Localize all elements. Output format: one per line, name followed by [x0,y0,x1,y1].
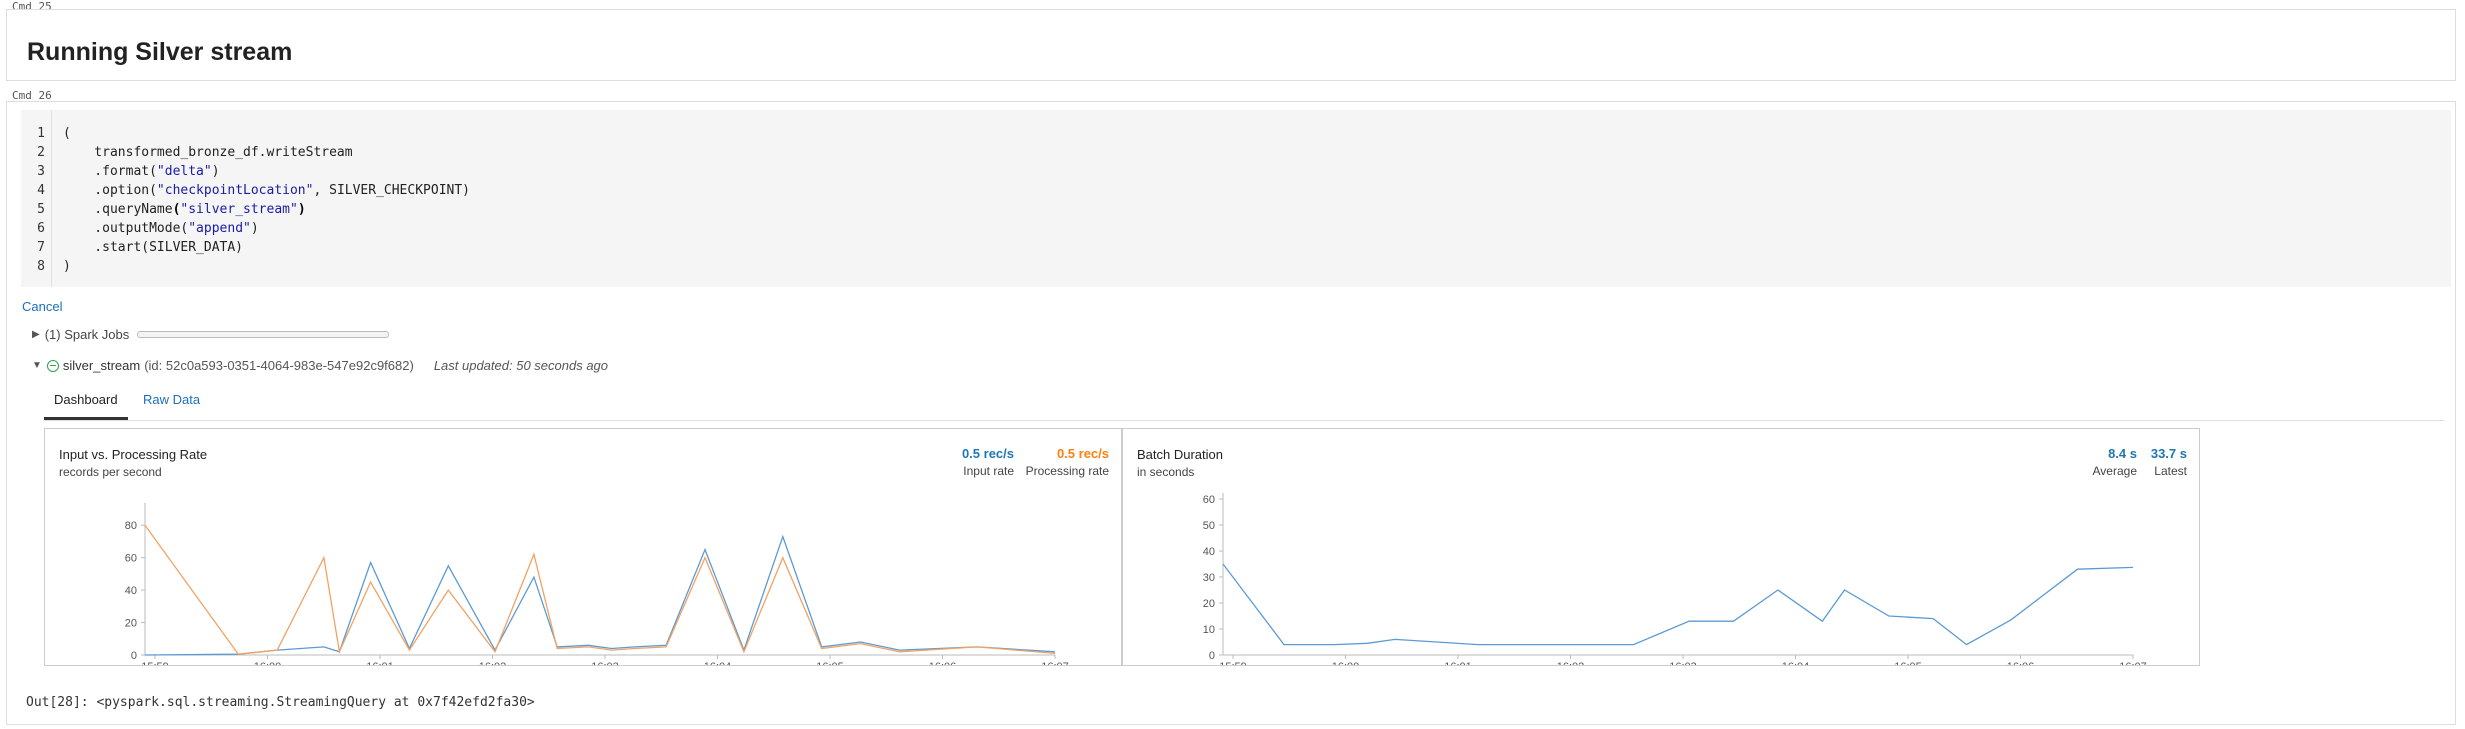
stream-id: (id: 52c0a593-0351-4064-983e-547e92c9f68… [144,358,414,373]
y-tick-label: 0 [131,650,137,662]
x-tick-label: 15:59 [1219,661,1247,665]
y-tick-label: 10 [1203,624,1215,636]
series-line [144,524,1056,655]
y-tick-label: 60 [125,553,137,565]
stream-status-icon [46,359,59,372]
code-text[interactable]: ( transformed_bronze_df.writeStream .for… [63,124,470,276]
x-tick-label: 16:03 [591,661,619,665]
code-editor[interactable]: 1234 5678 ( transformed_bronze_df.writeS… [21,110,2451,287]
x-tick-label: 16:04 [704,661,732,665]
x-tick-label: 16:02 [1557,661,1585,665]
job-progress-bar [137,331,390,338]
x-tick-label: 16:04 [1782,661,1810,665]
y-tick-label: 20 [1203,598,1215,610]
y-tick-label: 60 [1203,494,1215,506]
series-line [144,534,1056,656]
batch-panel: Batch Duration in seconds 8.4 s Average … [1122,428,2200,666]
line-numbers: 1234 5678 [37,126,45,274]
rate-panel: Input vs. Processing Rate records per se… [44,428,1122,666]
chevron-down-icon[interactable]: ▼ [32,360,42,371]
x-tick-label: 16:00 [254,661,282,665]
x-tick-label: 16:02 [479,661,507,665]
x-tick-label: 16:01 [1444,661,1472,665]
x-tick-label: 16:00 [1332,661,1360,665]
batch-chart: 010203040506015:59Dec 2416:0016:0116:021… [1203,493,2147,665]
y-tick-label: 40 [125,585,137,597]
spark-jobs-label: (1) Spark Jobs [44,327,130,342]
stream-name: silver_stream [62,358,141,373]
stream-tabs: Dashboard Raw Data [44,380,2444,421]
x-tick-label: 16:06 [929,661,957,665]
cancel-link[interactable]: Cancel [22,299,62,314]
y-tick-label: 50 [1203,520,1215,532]
rate-chart: 02040608015:59Dec 2416:0016:0116:0216:03… [125,503,1069,665]
chevron-right-icon[interactable]: ▶ [32,329,40,340]
stream-header[interactable]: ▼ silver_stream (id: 52c0a593-0351-4064-… [32,358,608,373]
x-tick-label: 16:05 [1894,661,1922,665]
y-tick-label: 40 [1203,546,1215,558]
page-title: Running Silver stream [27,38,293,66]
x-tick-label: 16:01 [366,661,394,665]
tab-raw-data[interactable]: Raw Data [143,392,200,407]
gutter-divider [51,110,52,287]
x-tick-label: 16:07 [2119,661,2147,665]
spark-jobs-toggle[interactable]: ▶ (1) Spark Jobs [32,327,390,342]
tab-dashboard[interactable]: Dashboard [44,392,128,420]
last-updated: Last updated: 50 seconds ago [433,358,609,373]
x-tick-label: 15:59 [141,661,169,665]
output-text: Out[28]: <pyspark.sql.streaming.Streamin… [26,695,535,710]
y-tick-label: 80 [125,520,137,532]
y-tick-label: 0 [1209,650,1215,662]
x-tick-label: 16:05 [816,661,844,665]
x-tick-label: 16:06 [2007,661,2035,665]
x-tick-label: 16:03 [1669,661,1697,665]
markdown-cell[interactable]: Running Silver stream [6,9,2456,81]
series-line [1222,563,2134,646]
x-tick-label: 16:07 [1041,661,1069,665]
y-tick-label: 20 [125,618,137,630]
y-tick-label: 30 [1203,572,1215,584]
